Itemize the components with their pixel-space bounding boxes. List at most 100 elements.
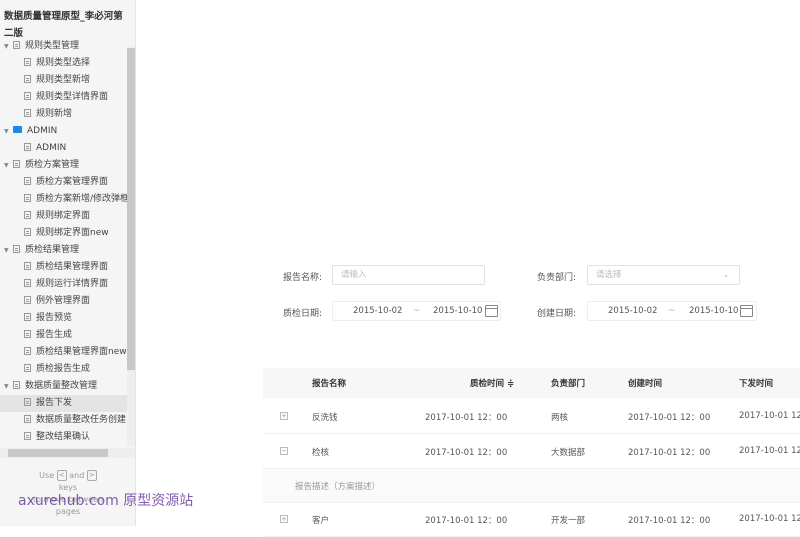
expand-toggle-icon[interactable]: ▼ <box>4 242 9 259</box>
tree-item-label: 规则类型选择 <box>36 58 91 68</box>
expanded-row-detail: 报告描述（方案描述） <box>263 469 800 503</box>
cell-qc-time: 2017-10-01 12：00 <box>425 448 508 458</box>
tree-item-label: 质检结果管理界面new <box>36 347 127 357</box>
page-icon <box>24 75 31 83</box>
folder-icon <box>13 126 22 133</box>
tree-item-label: 规则类型详情界面 <box>36 92 109 102</box>
create-date-start: 2015-10-02 <box>608 306 658 316</box>
qc-date-range-picker[interactable]: 2015-10-02 ~ 2015-10-10 <box>332 301 501 321</box>
header-dept: 负责部门 <box>551 379 586 389</box>
tree-item-label: 质检报告生成 <box>36 364 91 374</box>
tree-item-label: 数据质量整改管理 <box>25 381 98 391</box>
tree-item[interactable]: 数据质量整改任务创建 <box>0 412 127 429</box>
tree-item[interactable]: 规则运行详情界面 <box>0 276 127 293</box>
tree-item[interactable]: ADMIN <box>0 140 127 157</box>
tree-item-label: 质检结果管理界面 <box>36 262 109 272</box>
tree-item[interactable]: 规则绑定界面new <box>0 225 127 242</box>
page-icon <box>24 177 31 185</box>
qc-date-start: 2015-10-02 <box>353 306 403 316</box>
tree-item[interactable]: 规则类型新增 <box>0 72 127 89</box>
tree-item[interactable]: ▼ 质检方案管理 <box>0 157 127 174</box>
dept-select[interactable]: 请选择 ⌄ <box>587 265 740 285</box>
tree-item-label: 数据质量整改任务创建 <box>36 415 127 425</box>
dept-placeholder: 请选择 <box>596 270 622 280</box>
page-icon <box>13 160 20 168</box>
create-date-end: 2015-10-10 <box>689 306 739 316</box>
dept-label: 负责部门: <box>536 273 576 283</box>
tree-item[interactable]: 质检结果管理界面new <box>0 344 127 361</box>
page-icon <box>24 194 31 202</box>
report-name-label: 报告名称: <box>282 273 322 283</box>
cell-qc-time: 2017-10-01 12：00 <box>425 516 508 526</box>
header-report-name: 报告名称 <box>312 379 347 389</box>
page-icon <box>24 296 31 304</box>
tree-item-label: 报告预览 <box>36 313 73 323</box>
expand-toggle-icon[interactable]: ▼ <box>4 38 9 55</box>
calendar-icon[interactable] <box>485 305 498 317</box>
tree-item[interactable]: 整改结果确认 <box>0 429 127 446</box>
page-icon <box>24 228 31 236</box>
tree-item[interactable]: 例外管理界面 <box>0 293 127 310</box>
cell-qc-time: 2017-10-01 12：00 <box>425 413 508 423</box>
tree-item[interactable]: 质检方案新增/修改弹框 <box>0 191 127 208</box>
cell-dept: 两核 <box>551 413 569 423</box>
tree-item[interactable]: ▼ 数据质量整改管理 <box>0 378 127 395</box>
page-icon <box>24 109 31 117</box>
tree-item[interactable]: 报告生成 <box>0 327 127 344</box>
collapse-row-icon[interactable]: − <box>280 447 288 455</box>
tree-item-label: 规则类型管理 <box>25 41 80 51</box>
tree-item[interactable]: 质检报告生成 <box>0 361 127 378</box>
tree-item-label: ADMIN <box>27 126 58 136</box>
tree-item[interactable]: ▼ 质检结果管理 <box>0 242 127 259</box>
page-icon <box>24 279 31 287</box>
hint-text: and <box>69 471 85 480</box>
tree-item[interactable]: ▼ 规则类型管理 <box>0 38 127 55</box>
create-date-label: 创建日期: <box>536 309 576 319</box>
table-header: 报告名称 质检时间 ≑ 负责部门 创建时间 下发时间 <box>263 368 800 398</box>
tree-item[interactable]: 报告下发 <box>0 395 127 412</box>
page-icon <box>24 313 31 321</box>
table-row: + 反洗钱 2017-10-01 12：00 两核 2017-10-01 12：00 20… <box>263 400 800 434</box>
report-name-input[interactable]: 请输入 <box>332 265 485 285</box>
tree-item-label: 质检方案新增/修改弹框 <box>36 194 127 204</box>
tree-item[interactable]: ▼ ADMIN <box>0 123 127 140</box>
header-qc-time[interactable]: 质检时间 ≑ <box>470 377 514 389</box>
page-icon <box>24 398 31 406</box>
expand-row-icon[interactable]: + <box>280 412 288 420</box>
tree-item-label: 规则运行详情界面 <box>36 279 109 289</box>
page-icon <box>24 347 31 355</box>
tree-item[interactable]: 报告预览 <box>0 310 127 327</box>
prev-key-icon: < <box>56 470 67 481</box>
scrollbar-thumb[interactable] <box>127 48 135 370</box>
page-icon <box>24 143 31 151</box>
scrollbar-thumb[interactable] <box>8 449 108 457</box>
cell-issued: 2017-10-01 12 <box>739 411 800 421</box>
tree-item[interactable]: 规则类型选择 <box>0 55 127 72</box>
tree-item-label: 规则绑定界面 <box>36 211 91 221</box>
sitemap-sidebar: 数据质量管理原型_李必河第二版 ▼ 规则类型管理 规则类型选择 规则类型新增 规则类型详… <box>0 0 136 526</box>
cell-issued: 2017-10-01 12 <box>739 446 800 456</box>
vertical-scrollbar[interactable] <box>127 46 135 446</box>
tree-item[interactable]: 质检结果管理界面 <box>0 259 127 276</box>
tree-item[interactable]: 规则新增 <box>0 106 127 123</box>
expand-row-icon[interactable]: + <box>280 515 288 523</box>
page-icon <box>24 330 31 338</box>
table-row: + 客户 2017-10-01 12：00 开发一部 2017-10-01 12：00 2… <box>263 503 800 537</box>
tree-item[interactable]: 质检方案管理界面 <box>0 174 127 191</box>
page-icon <box>24 58 31 66</box>
tree-item-label: 质检方案管理 <box>25 160 80 170</box>
tree-item[interactable]: 规则类型详情界面 <box>0 89 127 106</box>
horizontal-scrollbar[interactable] <box>0 448 135 458</box>
cell-created: 2017-10-01 12：00 <box>628 516 711 526</box>
tree-item-label: 报告下发 <box>36 398 73 408</box>
calendar-icon[interactable] <box>740 305 753 317</box>
expand-toggle-icon[interactable]: ▼ <box>4 123 9 140</box>
cell-dept: 开发一部 <box>551 516 586 526</box>
expand-toggle-icon[interactable]: ▼ <box>4 378 9 395</box>
expand-toggle-icon[interactable]: ▼ <box>4 157 9 174</box>
create-date-range-picker[interactable]: 2015-10-02 ~ 2015-10-10 <box>587 301 757 321</box>
next-key-icon: > <box>86 470 97 481</box>
tree-item[interactable]: 规则绑定界面 <box>0 208 127 225</box>
header-created: 创建时间 <box>628 379 663 389</box>
date-separator: ~ <box>413 306 421 316</box>
